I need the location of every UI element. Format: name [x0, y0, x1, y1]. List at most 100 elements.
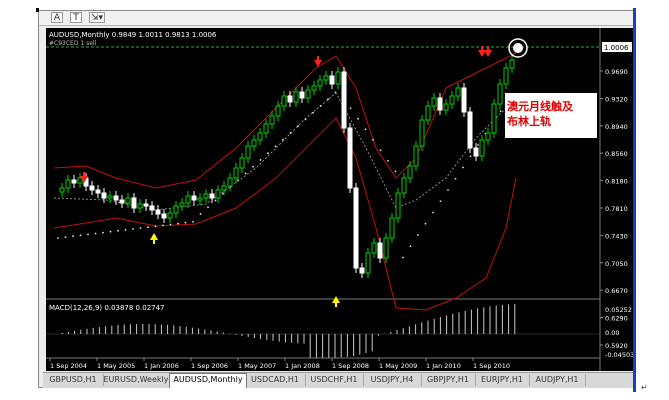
candle-body: [215, 189, 221, 199]
price-tick-label: 0.9320: [605, 95, 628, 103]
sar-dot: [102, 231, 104, 234]
candle-body: [377, 242, 383, 259]
candle-body: [491, 103, 497, 134]
buy-arrow-stem: [153, 240, 155, 244]
candle-body: [437, 97, 443, 111]
tab-audusd-monthly[interactable]: AUDUSD,Monthly: [169, 373, 247, 388]
price-chart[interactable]: AUDUSD,Monthly 0.9849 1.0011 0.9813 1.00…: [46, 28, 634, 371]
sar-dot: [184, 221, 187, 224]
candle-body: [389, 217, 395, 239]
sar-dot: [237, 179, 239, 182]
tab-eurusd-weekly[interactable]: EURUSD,Weekly: [103, 374, 170, 386]
sell-arrow-stem: [317, 56, 319, 60]
date-tick-label: 1 Sep 2006: [191, 362, 228, 370]
candle-body: [221, 185, 227, 191]
candle-body: [473, 147, 479, 157]
sar-dot: [409, 245, 412, 248]
sar-dot: [297, 125, 299, 128]
candle-body: [347, 127, 353, 189]
symbol-header: AUDUSD,Monthly 0.9849 1.0011 0.9813 1.00…: [49, 31, 217, 39]
candle-body: [449, 95, 455, 105]
candle-body: [185, 195, 191, 204]
candle-body: [329, 75, 335, 85]
date-tick-label: 1 Sep 2010: [473, 362, 510, 370]
tab-eurjpy-h1[interactable]: EURJPY,H1: [475, 374, 530, 386]
candle-body: [275, 105, 281, 117]
sar-dot: [192, 220, 194, 223]
candle-body: [107, 195, 113, 199]
macd-tick-label: 0.00: [605, 329, 619, 337]
text-label-tool-button[interactable]: A: [51, 12, 63, 23]
candle-body: [407, 165, 413, 179]
signal-header: #C93CED 1 sell: [49, 40, 97, 47]
sar-dot: [394, 170, 397, 173]
arrows-dropdown-button[interactable]: ⇲▾: [89, 12, 105, 23]
sar-dot: [124, 229, 127, 231]
date-tick-label: 1 Jan 2010: [426, 362, 461, 370]
sar-dot: [169, 223, 172, 226]
candle-body: [263, 123, 269, 134]
candle-body: [443, 103, 449, 111]
tab-usdchf-h1[interactable]: USDCHF,H1: [305, 374, 364, 386]
candle-body: [155, 209, 161, 215]
sar-dot: [364, 128, 367, 131]
candle-body: [359, 267, 365, 274]
sar-dot: [244, 172, 247, 175]
sar-dot: [162, 224, 164, 227]
candle-body: [311, 85, 317, 91]
candle-body: [281, 95, 287, 107]
window-resize-handle[interactable]: [633, 8, 636, 392]
price-tick-label: 0.8180: [605, 178, 628, 186]
sell-arrow-stem: [481, 46, 483, 50]
candle-body: [209, 193, 215, 199]
sar-dot: [454, 177, 457, 180]
tab-audjpy-h1[interactable]: AUDJPY,H1: [529, 374, 586, 386]
candle-body: [197, 197, 203, 201]
sar-dot: [417, 234, 419, 236]
text-tool-button[interactable]: T: [70, 12, 82, 23]
date-tick-label: 1 Jan 2008: [285, 362, 320, 370]
sar-dot: [207, 206, 209, 209]
sar-dot: [462, 166, 464, 169]
tab-gbpusd-h1[interactable]: GBPUSD,H1: [43, 374, 104, 386]
date-tick-label: 1 Jan 2006: [144, 362, 179, 370]
sar-dot: [312, 111, 314, 114]
candle-body: [365, 252, 371, 274]
tab-gbpjpy-h1[interactable]: GBPJPY,H1: [421, 374, 476, 386]
price-tick-label: 0.5920: [605, 342, 628, 350]
candle-body: [467, 111, 473, 149]
price-tick-label: 0.9690: [605, 68, 628, 76]
macd-tick-label: -0.04503: [605, 351, 634, 359]
sar-dot: [379, 149, 382, 152]
candle-body: [233, 167, 239, 179]
sar-dot: [259, 159, 262, 161]
candle-body: [485, 132, 491, 141]
annotation-line2: 布林上轨: [507, 114, 551, 128]
tab-usdjpy-h4[interactable]: USDJPY,H4: [363, 374, 422, 386]
candle-body: [95, 189, 101, 194]
macd-tick-label: 0.05252: [605, 306, 632, 314]
candle-body: [227, 177, 233, 187]
candle-body: [89, 185, 95, 191]
terminal-window: A T ⇲▾ AUDUSD,Monthly 0.9849 1.0011 0.98…: [38, 10, 636, 388]
candle-body: [167, 212, 173, 219]
date-tick-label: 1 May 2005: [97, 362, 135, 370]
candle-body: [305, 89, 311, 99]
selection-corner: [36, 8, 39, 12]
candle-body: [455, 87, 461, 97]
candle-body: [383, 237, 389, 259]
candle-body: [149, 205, 155, 211]
price-tick-label: 0.7430: [605, 232, 628, 240]
candle-body: [239, 157, 245, 169]
sar-dot: [424, 222, 427, 225]
candle-body: [431, 97, 437, 107]
candle-body: [173, 205, 179, 214]
tab-usdcad-h1[interactable]: USDCAD,H1: [245, 374, 306, 386]
price-tick-label: 0.6670: [605, 287, 628, 295]
chart-tabs: GBPUSD,H1 EURUSD,Weekly AUDUSD,Monthly USDC…: [43, 372, 633, 388]
candle-body: [413, 145, 419, 167]
sar-dot: [64, 236, 67, 239]
sar-dot: [469, 155, 472, 158]
candle-body: [137, 203, 143, 209]
sar-dot: [147, 226, 149, 229]
